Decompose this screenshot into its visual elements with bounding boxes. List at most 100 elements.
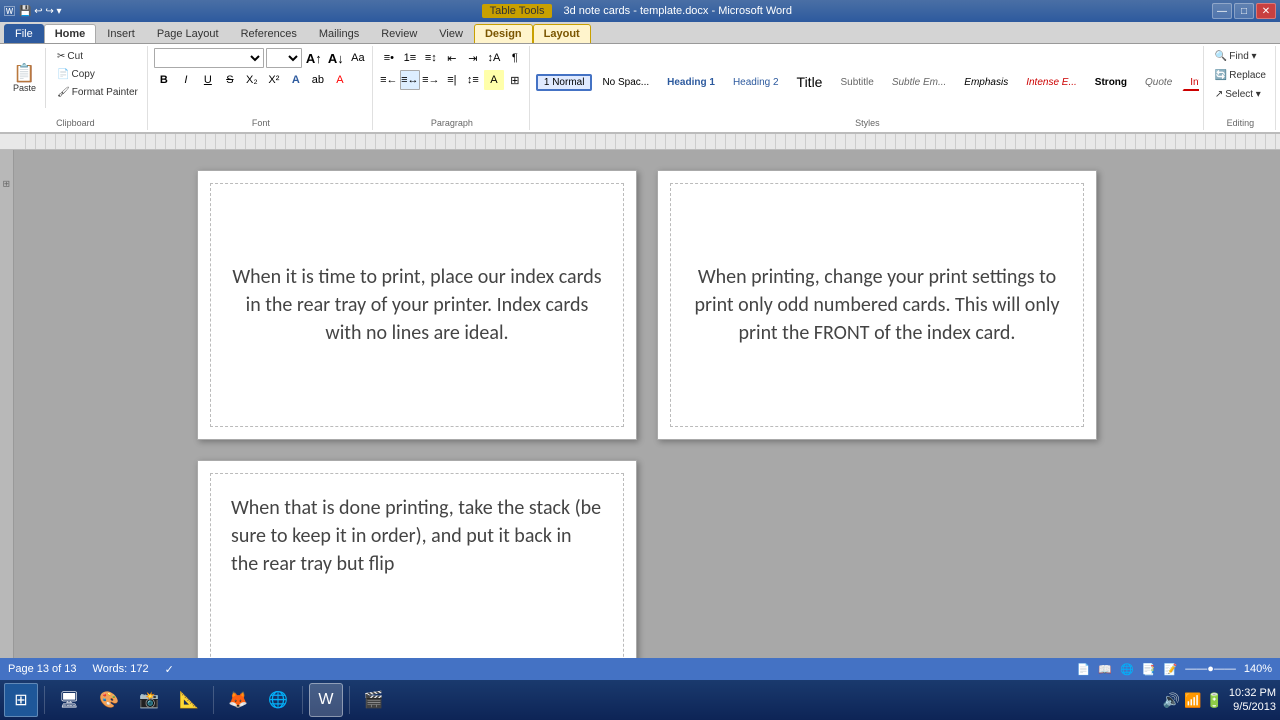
taskbar-illustrator[interactable]: 📐 bbox=[171, 683, 207, 717]
font-size-select[interactable]: 18 bbox=[266, 48, 302, 68]
ruler-bar bbox=[16, 134, 1280, 149]
maximize-button[interactable]: □ bbox=[1234, 3, 1254, 19]
cut-button[interactable]: ✂ Cut bbox=[52, 48, 143, 65]
style-strong[interactable]: Strong bbox=[1087, 74, 1135, 91]
style-intense-q[interactable]: Intense Q... bbox=[1182, 74, 1199, 91]
subscript-button[interactable]: X₂ bbox=[242, 70, 262, 90]
view-draft-icon[interactable]: 📝 bbox=[1164, 663, 1178, 676]
styles-label: Styles bbox=[855, 118, 880, 128]
style-no-space[interactable]: No Spac... bbox=[594, 74, 657, 91]
superscript-button[interactable]: X² bbox=[264, 70, 284, 90]
style-heading2[interactable]: Heading 2 bbox=[725, 74, 787, 91]
card-page-3: When that is done printing, take the sta… bbox=[197, 460, 637, 658]
align-left-button[interactable]: ≡← bbox=[379, 70, 399, 90]
tab-view[interactable]: View bbox=[428, 24, 474, 43]
document-area[interactable]: ⊞ When it is time to print, place our in… bbox=[0, 150, 1280, 658]
tab-insert[interactable]: Insert bbox=[96, 24, 146, 43]
tab-home[interactable]: Home bbox=[44, 24, 97, 43]
justify-button[interactable]: ≡| bbox=[442, 70, 462, 90]
line-spacing-button[interactable]: ↕≡ bbox=[463, 70, 483, 90]
taskbar: ⊞ 🖥 🎨 📸 📐 🦊 🌐 W 🎬 🔊 📶 🔋 10:32 PM 9/5/201… bbox=[0, 680, 1280, 720]
taskbar-separator-2 bbox=[213, 686, 214, 714]
align-right-button[interactable]: ≡→ bbox=[421, 70, 441, 90]
format-painter-button[interactable]: 🖌 Format Painter bbox=[52, 84, 143, 101]
taskbar-desktop[interactable]: 🖥 bbox=[51, 683, 87, 717]
view-web-icon[interactable]: 🌐 bbox=[1120, 663, 1134, 676]
multilevel-list-button[interactable]: ≡↕ bbox=[421, 48, 441, 68]
strikethrough-button[interactable]: S bbox=[220, 70, 240, 90]
italic-button[interactable]: I bbox=[176, 70, 196, 90]
style-intense-e[interactable]: Intense E... bbox=[1018, 74, 1085, 91]
sort-button[interactable]: ↕A bbox=[484, 48, 504, 68]
taskbar-vlc[interactable]: 🎬 bbox=[356, 683, 392, 717]
borders-button[interactable]: ⊞ bbox=[505, 70, 525, 90]
tab-mailings[interactable]: Mailings bbox=[308, 24, 370, 43]
status-left: Page 13 of 13 Words: 172 ✓ bbox=[8, 663, 174, 676]
tab-layout[interactable]: Layout bbox=[533, 24, 591, 43]
shading-button[interactable]: A bbox=[484, 70, 504, 90]
taskbar-word[interactable]: W bbox=[309, 683, 343, 717]
style-heading1[interactable]: Heading 1 bbox=[659, 74, 723, 91]
taskbar-lightroom[interactable]: 🎨 bbox=[91, 683, 127, 717]
paste-icon: 📋 bbox=[13, 64, 35, 82]
font-family-select[interactable]: Calibri (Body) bbox=[154, 48, 264, 68]
ribbon-tabs: File Home Insert Page Layout References … bbox=[0, 22, 1280, 44]
style-subtitle[interactable]: Subtitle bbox=[832, 74, 881, 91]
show-formatting-button[interactable]: ¶ bbox=[505, 48, 525, 68]
paste-button[interactable]: 📋 Paste bbox=[8, 61, 41, 96]
styles-group: 1 Normal No Spac... Heading 1 Heading 2 … bbox=[532, 46, 1204, 130]
minimize-button[interactable]: — bbox=[1212, 3, 1232, 19]
status-right: 📄 📖 🌐 📑 📝 ——●—— 140% bbox=[1077, 663, 1272, 676]
start-button[interactable]: ⊞ bbox=[4, 683, 38, 717]
view-reading-icon[interactable]: 📖 bbox=[1098, 663, 1112, 676]
spelling-icon: ✓ bbox=[165, 663, 174, 676]
tab-references[interactable]: References bbox=[230, 24, 308, 43]
copy-button[interactable]: 📄 Copy bbox=[52, 66, 143, 83]
taskbar-separator-4 bbox=[349, 686, 350, 714]
clear-formatting-button[interactable]: Aa bbox=[348, 48, 368, 68]
title-bar-controls[interactable]: — □ ✕ bbox=[1212, 3, 1276, 19]
style-title[interactable]: Title bbox=[789, 71, 831, 93]
editing-content: 🔍 Find ▾ 🔄 Replace ↗ Select ▾ bbox=[1210, 48, 1271, 116]
align-center-button[interactable]: ≡↔ bbox=[400, 70, 420, 90]
tab-file[interactable]: File bbox=[4, 24, 44, 43]
quick-access: 💾 ↩ ↪ ▾ bbox=[19, 6, 62, 17]
shrink-font-button[interactable]: A↓ bbox=[326, 48, 346, 68]
text-effects-button[interactable]: A bbox=[286, 70, 306, 90]
style-subtle-em[interactable]: Subtle Em... bbox=[884, 74, 954, 91]
select-button[interactable]: ↗ Select ▾ bbox=[1210, 86, 1266, 103]
taskbar-chrome[interactable]: 🌐 bbox=[260, 683, 296, 717]
bold-button[interactable]: B bbox=[154, 70, 174, 90]
style-quote[interactable]: Quote bbox=[1137, 74, 1180, 91]
decrease-indent-button[interactable]: ⇤ bbox=[442, 48, 462, 68]
tab-design[interactable]: Design bbox=[474, 24, 533, 43]
clock-time: 10:32 PM bbox=[1229, 686, 1276, 700]
bullets-button[interactable]: ≡• bbox=[379, 48, 399, 68]
grow-font-button[interactable]: A↑ bbox=[304, 48, 324, 68]
text-highlight-button[interactable]: ab bbox=[308, 70, 328, 90]
replace-button[interactable]: 🔄 Replace bbox=[1210, 67, 1271, 84]
editing-label: Editing bbox=[1227, 118, 1255, 128]
underline-button[interactable]: U bbox=[198, 70, 218, 90]
increase-indent-button[interactable]: ⇥ bbox=[463, 48, 483, 68]
zoom-slider[interactable]: ——●—— bbox=[1185, 663, 1236, 675]
numbering-button[interactable]: 1≡ bbox=[400, 48, 420, 68]
tab-page-layout[interactable]: Page Layout bbox=[146, 24, 230, 43]
left-tool-icon: ⊞ bbox=[2, 180, 12, 188]
taskbar-firefox[interactable]: 🦊 bbox=[220, 683, 256, 717]
style-emphasis[interactable]: Emphasis bbox=[956, 74, 1016, 91]
view-normal-icon[interactable]: 📄 bbox=[1077, 663, 1091, 676]
style-normal[interactable]: 1 Normal bbox=[536, 74, 593, 91]
title-bar-left: 🅆 💾 ↩ ↪ ▾ bbox=[4, 3, 62, 19]
find-button[interactable]: 🔍 Find ▾ bbox=[1210, 48, 1262, 65]
ribbon: 📋 Paste ✂ Cut 📄 Copy 🖌 Format Painter Cl… bbox=[0, 44, 1280, 134]
card-inner-3: When that is done printing, take the sta… bbox=[210, 473, 624, 658]
font-color-button[interactable]: A bbox=[330, 70, 350, 90]
view-outline-icon[interactable]: 📑 bbox=[1142, 663, 1156, 676]
card-page-1: When it is time to print, place our inde… bbox=[197, 170, 637, 440]
copy-icon: 📄 bbox=[57, 69, 69, 80]
taskbar-photoshop[interactable]: 📸 bbox=[131, 683, 167, 717]
card-inner-2: When printing, change your print setting… bbox=[670, 183, 1084, 427]
close-button[interactable]: ✕ bbox=[1256, 3, 1276, 19]
tab-review[interactable]: Review bbox=[370, 24, 428, 43]
